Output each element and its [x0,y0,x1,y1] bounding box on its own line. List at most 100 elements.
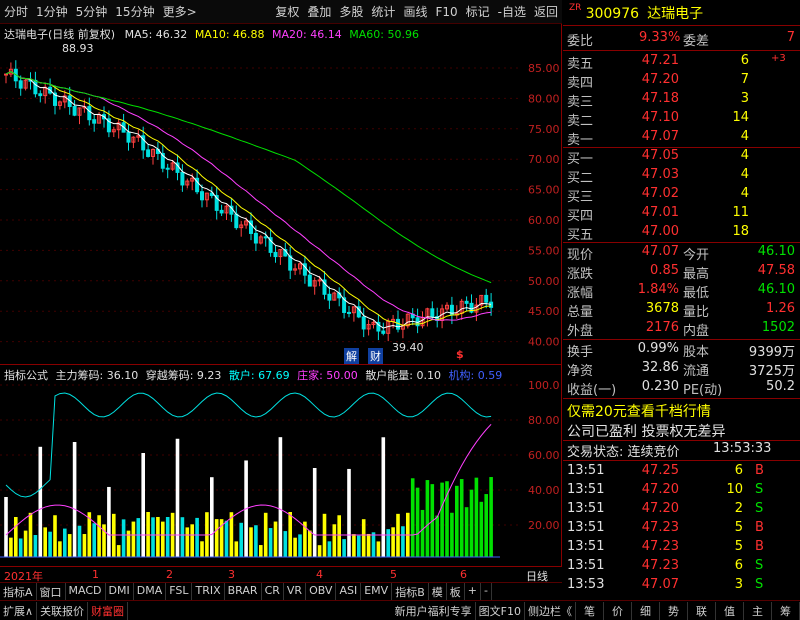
tick-price: 47.20 [641,482,679,497]
indicator-tab[interactable]: EMV [361,583,393,600]
indicator-bar [82,534,87,557]
toolbar-item[interactable]: 多股 [335,3,367,20]
panel-tab[interactable]: 细 [632,601,660,620]
quote-label: 最高 [683,267,710,282]
indicator-tab[interactable]: + [465,583,481,600]
kline-chart[interactable]: 达瑞电子(日线 前复权) MA5: 46.32 MA10: 46.88 MA20… [0,24,562,364]
indicator-tab[interactable]: VR [284,583,307,600]
tick-price: 47.20 [641,501,679,516]
sell-level[interactable]: 卖二 47.10 14 [563,110,800,129]
toolbar-item[interactable]: 分时 [0,3,32,20]
panel-tab[interactable]: 联 [688,601,716,620]
tick-side: B [755,539,764,554]
toolbar-item[interactable]: F10 [431,5,461,19]
indicator-tab[interactable]: - [481,583,492,600]
indicator-tab[interactable]: 指标B [392,583,429,600]
chart-toolbar: 分时 1分钟 5分钟 15分钟 更多> 复权 叠加 多股 统计 画线 F10 标记 -自选 返回 [0,0,562,24]
toolbar-item[interactable]: 5分钟 [72,3,112,20]
quote-value: 1502 [761,320,795,335]
indicator-bar [342,539,346,557]
buy-level[interactable]: 买二 47.03 4 [563,167,800,186]
indicator-bar [474,477,479,557]
footer-tab[interactable]: 关联报价 [37,601,89,620]
indicator-tab[interactable]: CR [262,583,284,600]
footer-tab[interactable]: 扩展∧ [0,601,38,620]
panel-tab[interactable]: 筹 [772,601,800,620]
level-volume: 18 [732,224,749,239]
indicator-tab[interactable]: 窗口 [37,583,66,600]
sell-level[interactable]: 卖五 47.21 6 +3 [563,53,800,72]
toolbar-item[interactable]: 15分钟 [111,3,158,20]
tick-side: S [755,482,764,497]
panel-tab[interactable]: 价 [604,601,632,620]
sell-level[interactable]: 卖一 47.07 4 [563,129,800,148]
toolbar-item[interactable]: 画线 [399,3,431,20]
footer-link[interactable]: 新用户福利专享 [392,601,476,620]
indicator-tab[interactable]: BRAR [225,583,262,600]
promo-text[interactable]: 仅需20元查看千档行情 [567,401,711,421]
panel-tab[interactable]: 笔 [576,601,604,620]
indicator-chart[interactable]: 指标公式 主力筹码: 36.10 穿越筹码: 9.23 散户: 67.69 庄家… [0,364,562,566]
indicator-bar [420,509,425,557]
fundamental-value: 3725万 [748,364,795,379]
indicator-tab[interactable]: 模 [429,583,447,600]
date-axis: 2021年 1 2 3 4 5 6 日线 [0,566,562,583]
toolbar-item[interactable]: 1分钟 [32,3,72,20]
indicator-tab[interactable]: MACD [66,583,106,600]
sell-level[interactable]: 卖四 47.20 7 [563,72,800,91]
fundamental-label: PE(动) [683,383,723,398]
panel-tab[interactable]: 值 [716,601,744,620]
footer-bar: 扩展∧ 关联报价 财富圈 新用户福利专享 图文F10 侧边栏《笔价细势联值主筹 [0,600,800,620]
toolbar-item[interactable]: 返回 [530,3,562,20]
buy-level[interactable]: 买三 47.02 4 [563,186,800,205]
indicator-tab[interactable]: ASI [336,583,362,600]
tick-row: 13:51 47.20 2 S [563,501,800,520]
dividend-marker[interactable]: $ [456,348,464,361]
candle-body [33,79,38,95]
level-price: 47.02 [641,186,679,201]
indicator-tab[interactable]: FSL [166,583,193,600]
indicator-bar [352,534,356,557]
indicator-bar [278,437,283,557]
sell-level[interactable]: 卖三 47.18 3 [563,91,800,110]
panel-tab[interactable]: 主 [744,601,772,620]
indicator-tab[interactable]: TRIX [192,583,225,600]
indicator-tab[interactable]: DMA [134,583,167,600]
indicator-tab[interactable]: OBV [306,583,337,600]
indicator-bars [4,437,493,557]
tick-price: 47.25 [641,463,679,478]
indicator-bar [469,489,474,557]
buy-level[interactable]: 买一 47.05 4 [563,148,800,167]
indicator-bar [440,482,444,557]
footer-tab[interactable]: 财富圈 [88,601,129,620]
quote-label: 内盘 [683,324,710,339]
panel-tab[interactable]: 势 [660,601,688,620]
buy-level[interactable]: 买四 47.01 11 [563,205,800,224]
indicator-tab[interactable]: DMI [106,583,134,600]
footer-link[interactable]: 侧边栏《 [525,601,576,620]
promo-row[interactable]: 仅需20元查看千档行情 [563,401,800,420]
level-price: 47.00 [641,224,679,239]
tick-time: 13:51 [567,558,605,573]
indicator-bar [156,516,160,557]
level-label: 卖三 [567,95,594,110]
toolbar-item[interactable]: 更多> [159,3,201,20]
toolbar-item[interactable]: 统计 [367,3,399,20]
indicator-bar [224,520,229,557]
indicator-bar [450,512,454,557]
indicator-tab[interactable]: 指标A [0,583,37,600]
unlock-marker[interactable]: 解 [344,348,359,364]
toolbar-item[interactable]: 复权 [271,3,303,20]
indicator-tab[interactable]: 板 [447,583,465,600]
indicator-bar [332,524,337,557]
candle-body [253,232,258,244]
finance-marker[interactable]: 财 [368,348,383,364]
buy-level[interactable]: 买五 47.00 18 [563,224,800,243]
toolbar-item[interactable]: 标记 [462,3,494,20]
indicator-bar [337,515,341,557]
weicha-label: 委差 [683,34,710,49]
toolbar-item[interactable]: -自选 [494,3,530,20]
footer-link[interactable]: 图文F10 [476,601,525,620]
month-label: 5 [390,568,397,581]
toolbar-item[interactable]: 叠加 [303,3,335,20]
